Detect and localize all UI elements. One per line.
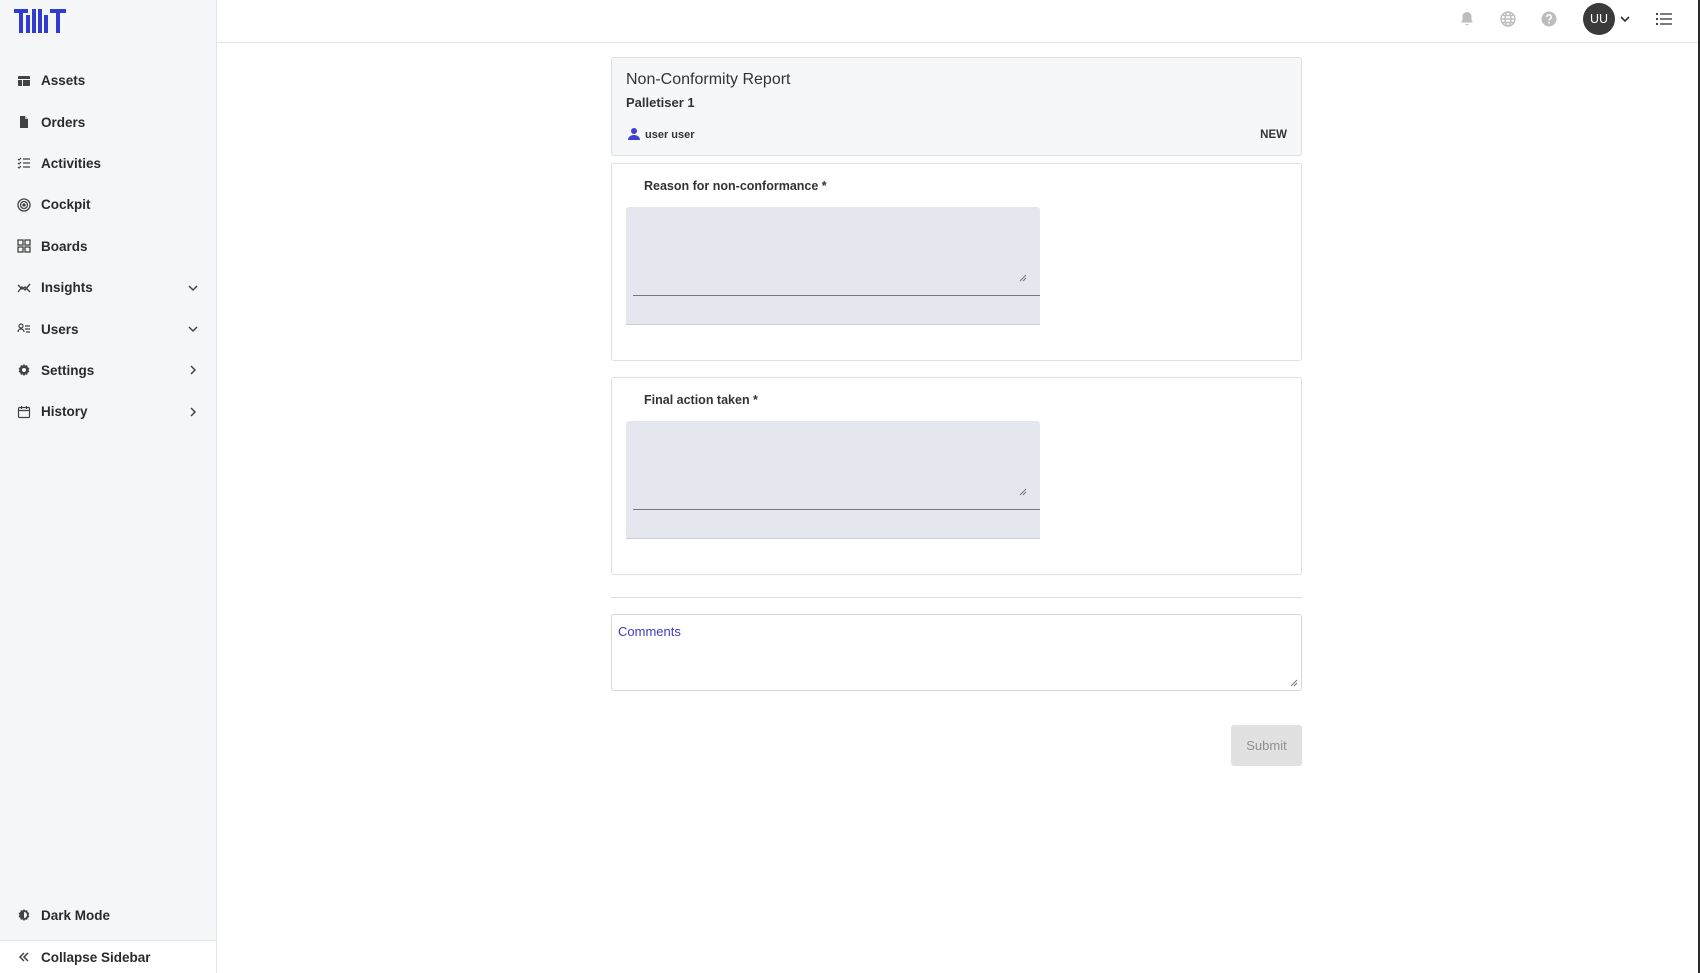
asset-name: Palletiser 1 <box>626 95 695 110</box>
chevron-down-icon[interactable] <box>186 322 200 336</box>
comments-textarea[interactable]: Comments <box>611 614 1302 691</box>
sidebar-item-insights[interactable]: Insights <box>0 267 216 308</box>
sidebar-item-label: Cockpit <box>41 197 91 213</box>
gear-icon <box>17 363 31 377</box>
trend-icon <box>17 281 31 295</box>
sidebar-item-label: Users <box>41 321 79 337</box>
page-title: Non-Conformity Report <box>626 71 791 88</box>
users-icon <box>17 322 31 336</box>
divider <box>611 597 1302 598</box>
list-menu-icon[interactable] <box>1655 10 1673 28</box>
resize-handle-icon[interactable] <box>1017 486 1027 496</box>
chevron-down-icon[interactable] <box>1619 12 1631 24</box>
sidebar-item-label: Settings <box>41 362 95 378</box>
comments-label: Comments <box>618 624 681 639</box>
table-icon <box>17 74 31 88</box>
resize-handle-icon[interactable] <box>1017 272 1027 282</box>
sidebar-item-label: Boards <box>41 238 88 254</box>
sidebar-item-history[interactable]: History <box>0 391 216 432</box>
chevron-right-icon[interactable] <box>186 363 200 377</box>
bell-icon[interactable] <box>1457 9 1477 29</box>
sidebar-item-label: Assets <box>41 73 86 89</box>
sidebar-nav: Assets Orders Activities Cockpit Boards <box>0 60 216 433</box>
reason-textarea[interactable] <box>626 207 1040 325</box>
double-chevron-left-icon <box>17 950 31 964</box>
dark-mode-label: Dark Mode <box>41 907 111 923</box>
collapse-sidebar-button[interactable]: Collapse Sidebar <box>0 940 216 973</box>
tillit-logo[interactable] <box>14 8 70 34</box>
question-label: Reason for non-conformance * <box>644 179 827 193</box>
contrast-icon <box>17 908 31 922</box>
sidebar-item-label: Insights <box>41 280 93 296</box>
submit-button[interactable]: Submit <box>1231 725 1302 766</box>
status-badge: NEW <box>1260 129 1287 141</box>
sidebar-item-label: Orders <box>41 114 86 130</box>
question-card-reason: Reason for non-conformance * <box>611 163 1302 361</box>
checklist-icon <box>17 156 31 170</box>
assigned-user: user user <box>645 129 695 141</box>
sidebar-item-label: Activities <box>41 155 102 171</box>
question-card-final-action: Final action taken * <box>611 377 1302 575</box>
sidebar-item-users[interactable]: Users <box>0 308 216 349</box>
sidebar-item-activities[interactable]: Activities <box>0 143 216 184</box>
sidebar-item-settings[interactable]: Settings <box>0 350 216 391</box>
collapse-sidebar-label: Collapse Sidebar <box>41 949 151 965</box>
globe-icon[interactable] <box>1498 9 1518 29</box>
final-action-textarea[interactable] <box>626 421 1040 539</box>
sidebar-item-label: History <box>41 404 88 420</box>
sidebar-item-boards[interactable]: Boards <box>0 226 216 267</box>
grid-icon <box>17 239 31 253</box>
chevron-down-icon[interactable] <box>186 281 200 295</box>
question-label: Final action taken * <box>644 393 758 407</box>
dark-mode-toggle[interactable]: Dark Mode <box>0 895 216 935</box>
file-icon <box>17 115 31 129</box>
sidebar-item-orders[interactable]: Orders <box>0 101 216 142</box>
target-icon <box>17 198 31 212</box>
resize-handle-icon[interactable] <box>1289 678 1298 687</box>
top-bar: UU <box>217 0 1700 43</box>
sidebar: Assets Orders Activities Cockpit Boards <box>0 0 217 973</box>
avatar[interactable]: UU <box>1583 3 1615 35</box>
sidebar-item-cockpit[interactable]: Cockpit <box>0 184 216 225</box>
calendar-icon <box>17 405 31 419</box>
chevron-right-icon[interactable] <box>186 405 200 419</box>
report-header-card: Non-Conformity Report Palletiser 1 user … <box>611 57 1302 156</box>
sidebar-item-assets[interactable]: Assets <box>0 60 216 101</box>
help-icon[interactable] <box>1539 9 1559 29</box>
person-icon <box>627 127 641 141</box>
